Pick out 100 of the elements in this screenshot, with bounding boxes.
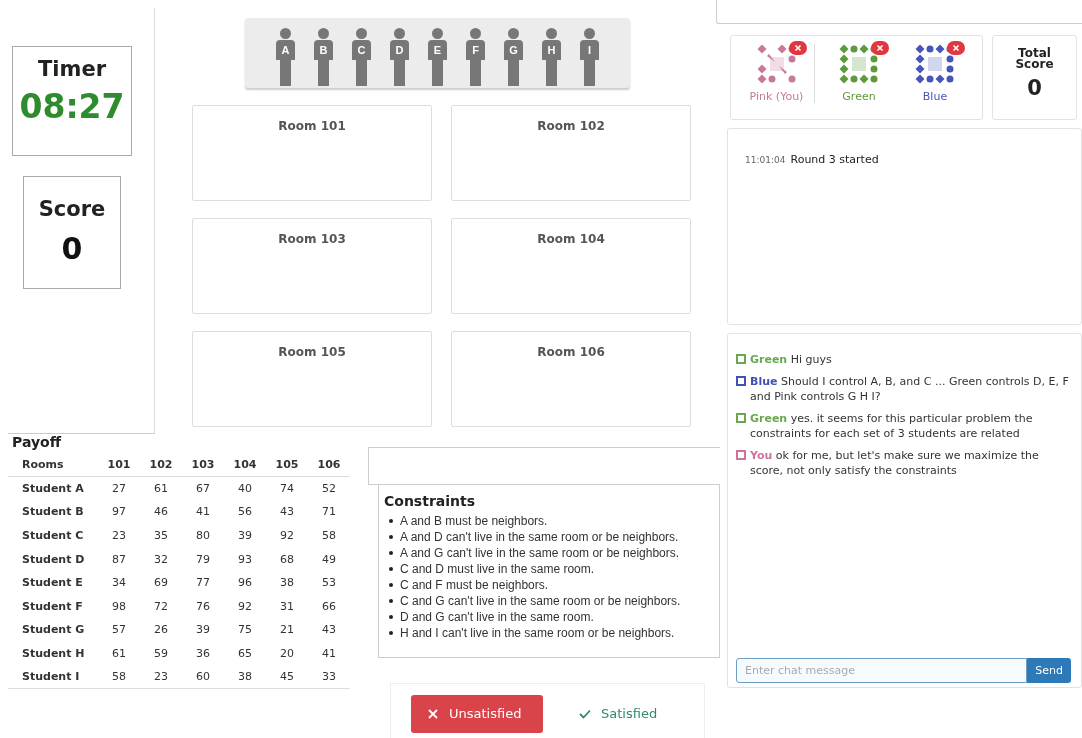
row-header: Student E <box>21 575 84 592</box>
room-card[interactable]: Room 105 <box>192 331 432 427</box>
chat-message: Green yes. it seems for this particular problem the constraints for each set of 3 students are related <box>750 411 1034 441</box>
table-cell: 40 <box>224 476 266 501</box>
status-button[interactable]: Satisfied <box>563 694 674 733</box>
column-header: 106 <box>308 453 350 477</box>
table-cell-text: 23 <box>111 528 127 545</box>
student-token[interactable]: C <box>352 28 371 86</box>
table-cell-text: 59 <box>153 646 169 663</box>
table-cell-text: 97 <box>111 504 127 521</box>
table-cell-text: 98 <box>111 598 127 615</box>
student-token[interactable]: H <box>542 28 561 86</box>
check-icon <box>579 707 591 720</box>
table-cell-text: 43 <box>279 504 295 521</box>
table-cell-text: 53 <box>321 575 337 592</box>
timer-label: Timer <box>38 57 106 81</box>
constraint-item: D and G can't live in the same room. <box>400 610 594 624</box>
student-token[interactable]: D <box>390 28 409 86</box>
table-cell-text: 39 <box>237 528 253 545</box>
total-score-value: 0 <box>1027 76 1042 100</box>
table-cell-text: 21 <box>279 622 295 639</box>
constraint-item: C and D must live in the same room. <box>400 562 595 576</box>
player-name: Pink (You) <box>749 90 804 103</box>
table-cell-text: 92 <box>237 598 253 615</box>
table-cell: 74 <box>266 476 308 501</box>
chat-message: You ok for me, but let's make sure we maximize the score, not only satisfy the constraints <box>750 448 1040 478</box>
room-title: Room 106 <box>537 345 605 359</box>
student-token[interactable]: I <box>580 28 599 86</box>
bullet-icon <box>389 631 393 635</box>
table-cell-text: 68 <box>279 551 295 568</box>
table-cell-text: 34 <box>111 575 127 592</box>
table-cell-text: 69 <box>153 575 169 592</box>
chat-message: Blue Should I control A, B, and C ... Green controls D, E, F and Pink controls G H I? <box>750 374 1070 404</box>
table-cell-text: 39 <box>195 622 211 639</box>
table-cell: 67 <box>182 476 224 501</box>
table-cell-text: 92 <box>279 528 295 545</box>
player-name: Green <box>842 90 876 103</box>
row-header: Student I <box>8 665 98 689</box>
table-cell-text: 61 <box>111 646 127 663</box>
column-header: 103 <box>182 453 224 477</box>
bullet-icon <box>389 551 393 555</box>
timer-value: 08:27 <box>19 87 125 126</box>
remove-badge-icon[interactable] <box>871 41 889 55</box>
student-token[interactable]: E <box>428 28 447 86</box>
room-card[interactable]: Room 101 <box>192 105 432 201</box>
table-cell-text: 77 <box>195 575 211 592</box>
table-cell-text: 36 <box>195 646 211 663</box>
constraint-item: A and G can't live in the same room or be neighbors. <box>400 546 680 560</box>
table-cell-text: 93 <box>237 551 253 568</box>
table-cell-text: 72 <box>153 598 169 615</box>
constraint-item: H and I can't live in the same room or be neighbors. <box>400 626 675 640</box>
table-cell-text: 26 <box>153 622 169 639</box>
table-cell-text: 56 <box>237 504 253 521</box>
chat-input[interactable]: Enter chat message <box>736 658 1028 683</box>
score-value: 0 <box>61 231 83 266</box>
bullet-icon <box>389 583 393 587</box>
constraint-item: A and B must be neighbors. <box>400 514 548 528</box>
room-title: Room 101 <box>278 119 346 133</box>
student-token[interactable]: F <box>466 28 485 86</box>
table-cell-text: 66 <box>321 598 337 615</box>
table-cell-text: 38 <box>279 575 295 592</box>
table-cell-text: 41 <box>195 504 211 521</box>
bullet-icon <box>389 519 393 523</box>
player-name: Blue <box>922 90 948 103</box>
table-cell-text: 96 <box>237 575 253 592</box>
table-cell: 61 <box>140 476 182 501</box>
room-card[interactable]: Room 103 <box>192 218 432 314</box>
room-title: Room 105 <box>278 345 346 359</box>
room-card[interactable]: Room 104 <box>451 218 691 314</box>
bullet-icon <box>389 599 393 603</box>
remove-badge-icon[interactable] <box>789 41 807 55</box>
room-title: Room 102 <box>537 119 605 133</box>
table-cell-text: 57 <box>111 622 127 639</box>
student-token[interactable]: A <box>276 28 295 86</box>
remove-badge-icon[interactable] <box>947 41 965 55</box>
table-cell-text: 49 <box>321 551 337 568</box>
status-button[interactable]: Unsatisfied <box>411 694 543 733</box>
table-cell-text: 76 <box>195 598 211 615</box>
student-token[interactable]: G <box>504 28 523 86</box>
table-cell-text: 80 <box>195 528 211 545</box>
bullet-icon <box>389 615 393 619</box>
payoff-title: Payoff <box>12 434 61 450</box>
chat-message: Green Hi guys <box>750 352 832 367</box>
column-header: 102 <box>140 453 182 477</box>
column-header: 101 <box>98 453 140 477</box>
cross-icon <box>427 707 439 720</box>
table-cell-text: 32 <box>153 551 169 568</box>
room-card[interactable]: Room 102 <box>451 105 691 201</box>
table-cell-text: 35 <box>153 528 169 545</box>
row-header: Student H <box>21 646 86 663</box>
table-cell-text: 46 <box>153 504 169 521</box>
table-cell-text: 20 <box>279 646 295 663</box>
row-header: Student D <box>21 551 86 568</box>
constraint-item: A and D can't live in the same room or be neighbors. <box>400 530 679 544</box>
table-cell: 58 <box>98 665 140 689</box>
send-button[interactable]: Send <box>1027 658 1071 683</box>
room-card[interactable]: Room 106 <box>451 331 691 427</box>
log-text: Round 3 started <box>790 153 879 166</box>
score-label: Score <box>38 197 106 221</box>
student-token[interactable]: B <box>314 28 333 86</box>
